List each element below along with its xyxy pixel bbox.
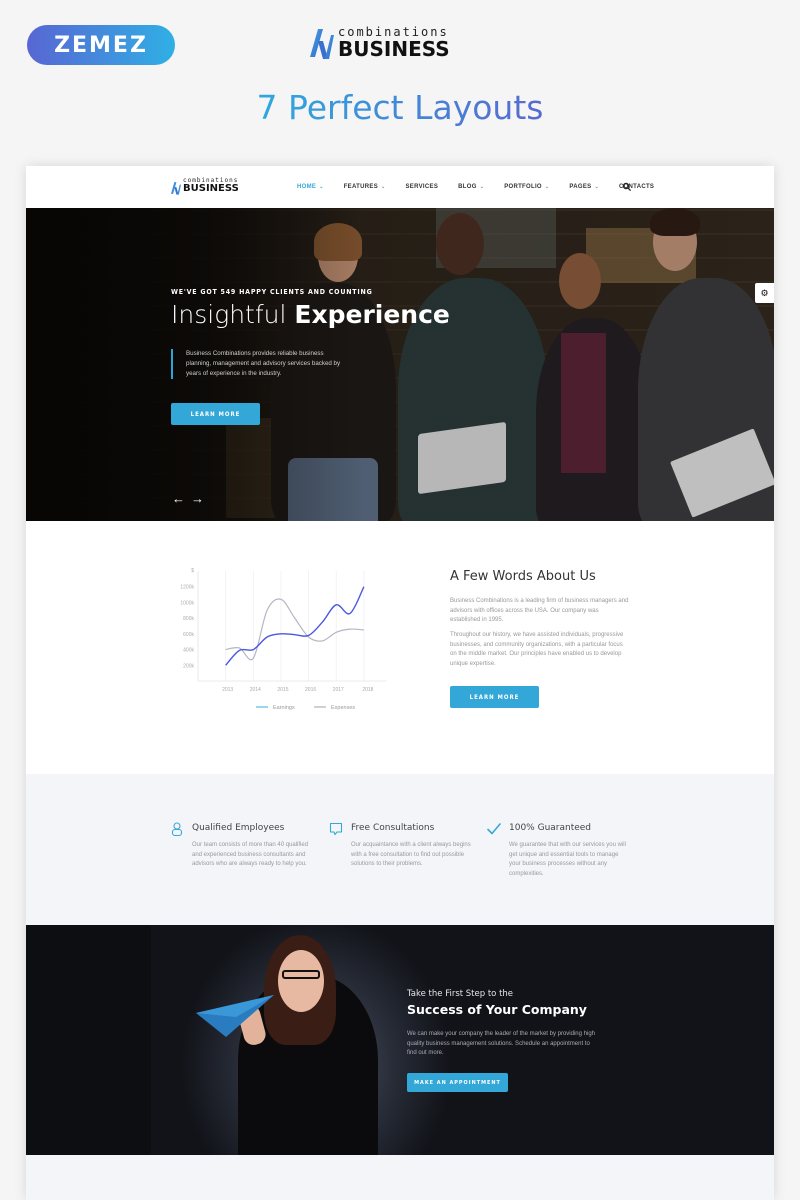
hero-title-bold: Experience xyxy=(294,300,450,329)
feature-title: Qualified Employees xyxy=(192,823,285,833)
series-line-expenses xyxy=(225,598,364,661)
y-tick-label: 400k xyxy=(183,648,194,654)
x-tick-label: 2018 xyxy=(362,687,373,693)
nav-item-label: Home xyxy=(297,184,317,190)
hero-kicker: We've got 549 happy clients and counting xyxy=(171,288,373,296)
cta-kicker: Take the First Step to the xyxy=(407,989,514,999)
make-appointment-button[interactable]: Make an appointment xyxy=(407,1073,508,1092)
feature-title: Free Consultations xyxy=(351,823,435,833)
promo-title: 7 Perfect Layouts xyxy=(0,88,800,127)
x-tick-label: 2017 xyxy=(333,687,344,693)
person-face xyxy=(278,950,324,1012)
logo-mark-icon xyxy=(310,29,334,59)
logo-mark-icon xyxy=(171,182,181,195)
paper-plane-icon xyxy=(196,995,274,1037)
nav-item-label: Pages xyxy=(569,184,592,190)
feature-text: Our acquaintance with a client always be… xyxy=(351,842,471,867)
business-logo: combinations BUSINESS xyxy=(310,25,480,61)
chevron-down-icon: ⌄ xyxy=(594,184,599,190)
search-icon[interactable] xyxy=(622,182,632,192)
logo-wordmark: BUSINESS xyxy=(183,183,239,194)
feature-text: We guarantee that with our services you … xyxy=(509,842,626,877)
about-section: $1200k 1000k 800k 600k 400k 200k 2013 2014 2015 2… xyxy=(26,521,774,774)
cta-text: We can make your company the leader of t… xyxy=(407,1031,595,1056)
next-section-peek xyxy=(26,1155,774,1200)
cta-section: Take the First Step to the Success of Yo… xyxy=(26,925,774,1155)
chevron-down-icon: ⌄ xyxy=(544,184,550,190)
y-tick-label: 200k xyxy=(183,663,194,669)
nav-item-label: Portfolio xyxy=(504,184,542,190)
chevron-down-icon: ⌄ xyxy=(479,184,485,190)
cta-dark-edge xyxy=(26,925,151,1155)
earnings-expenses-chart: $1200k 1000k 800k 600k 400k 200k 2013 2014 2015 2… xyxy=(180,568,386,711)
legend-label-expenses: Expenses xyxy=(331,705,355,711)
y-tick-label: 800k xyxy=(183,616,194,622)
hero-learn-more-button[interactable]: Learn more xyxy=(171,403,260,425)
checkmark-icon xyxy=(487,823,501,835)
nav-menu: Home ⌄ Features ⌄ Services Blog ⌄ Portfolio ⌄ Pag… xyxy=(297,166,674,208)
glasses xyxy=(282,970,320,979)
nav-item-features[interactable]: Features ⌄ xyxy=(344,184,386,190)
nav-item-services[interactable]: Services xyxy=(406,184,439,190)
hero-slider: We've got 549 happy clients and counting… xyxy=(26,208,774,521)
y-tick-label: $ xyxy=(191,568,194,574)
feature-title: 100% Guaranteed xyxy=(509,823,592,833)
x-tick-label: 2013 xyxy=(222,687,233,693)
features-section: Qualified Employees Our team consists of… xyxy=(26,774,774,925)
nav-item-label: Blog xyxy=(458,184,477,190)
x-tick-label: 2015 xyxy=(277,687,288,693)
nav-item-label: Services xyxy=(405,184,439,190)
nav-item-home[interactable]: Home ⌄ xyxy=(297,184,324,190)
settings-gear-icon[interactable]: ⚙ xyxy=(755,283,774,303)
logo-wordmark: BUSINESS xyxy=(338,37,450,61)
about-title: A Few Words About Us xyxy=(450,569,596,584)
hero-title-light: Insightful xyxy=(171,300,287,329)
nav-item-label: Features xyxy=(343,184,378,190)
chat-bubble-icon xyxy=(329,822,343,836)
x-tick-label: 2016 xyxy=(305,687,316,693)
nav-item-portfolio[interactable]: Portfolio ⌄ xyxy=(504,184,549,190)
y-tick-label: 1000k xyxy=(180,600,194,606)
x-tick-label: 2014 xyxy=(250,687,261,693)
site-preview: combinations BUSINESS Home ⌄ Features ⌄ Serv… xyxy=(26,166,774,1200)
hero-title: Insightful Experience xyxy=(171,300,450,329)
chevron-down-icon: ⌄ xyxy=(381,184,386,190)
zemez-badge[interactable]: ZEMEZ xyxy=(27,25,175,65)
slider-arrows: ← → xyxy=(172,491,204,506)
chevron-down-icon: ⌄ xyxy=(319,184,324,190)
legend-label-earnings: Earnings xyxy=(273,705,295,711)
series-line-earnings xyxy=(225,586,365,666)
about-learn-more-button[interactable]: Learn more xyxy=(450,686,539,708)
y-tick-label: 1200k xyxy=(180,585,194,591)
arrow-left-icon[interactable]: ← xyxy=(172,491,185,506)
hero-description: Business Combinations provides reliable … xyxy=(171,349,341,379)
arrow-right-icon[interactable]: → xyxy=(191,491,204,506)
user-icon xyxy=(171,822,183,836)
about-paragraph: Business Combinations is a leading firm … xyxy=(450,598,629,623)
site-navbar: combinations BUSINESS Home ⌄ Features ⌄ Serv… xyxy=(26,166,774,208)
nav-item-pages[interactable]: Pages ⌄ xyxy=(569,184,599,190)
feature-text: Our team consists of more than 40 qualif… xyxy=(192,842,309,867)
y-tick-label: 600k xyxy=(183,632,194,638)
hero-overlay xyxy=(26,208,774,521)
cta-title: Success of Your Company xyxy=(407,1002,587,1017)
site-logo[interactable]: combinations BUSINESS xyxy=(171,177,246,196)
nav-item-blog[interactable]: Blog ⌄ xyxy=(458,184,484,190)
about-paragraph: Throughout our history, we have assisted… xyxy=(450,632,624,667)
